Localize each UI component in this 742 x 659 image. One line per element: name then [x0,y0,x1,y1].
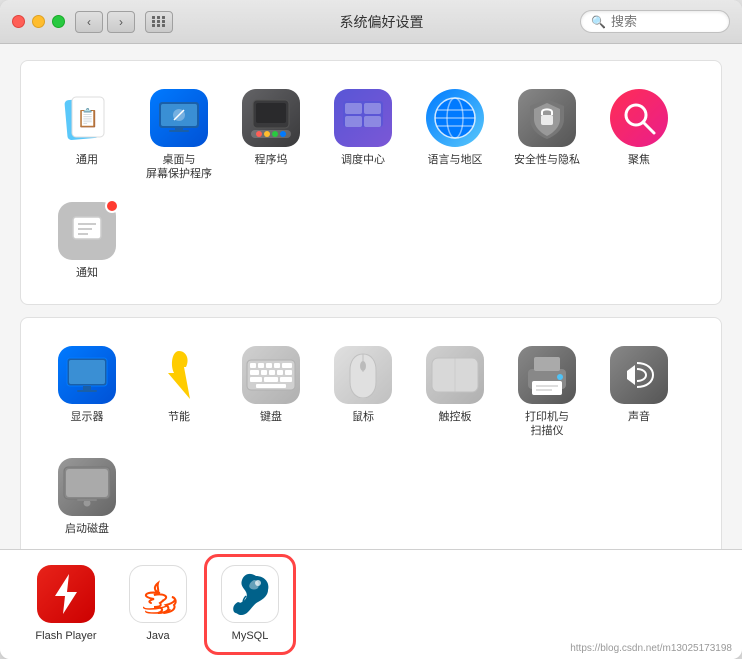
notify-icon [58,202,116,260]
traffic-lights [12,15,65,28]
close-button[interactable] [12,15,25,28]
display-icon [58,346,116,404]
java-item[interactable]: Java [112,557,204,651]
search-box[interactable]: 🔍 [580,10,730,33]
display-label: 显示器 [71,410,104,424]
sound-label: 声音 [628,410,650,424]
forward-button[interactable]: › [107,11,135,33]
hardware-section: 显示器 节能 [20,317,722,549]
minimize-button[interactable] [32,15,45,28]
notify-badge [105,199,119,213]
mysql-icon [221,565,279,623]
spotlight-icon [610,89,668,147]
security-item[interactable]: 安全性与隐私 [501,77,593,190]
desktop-item[interactable]: 桌面与屏幕保护程序 [133,77,225,190]
mouse-label: 鼠标 [352,410,374,424]
printer-icon [518,346,576,404]
trackpad-icon [426,346,484,404]
keyboard-icon [242,346,300,404]
mysql-label: MySQL [232,629,269,643]
language-item[interactable]: 语言与地区 [409,77,501,190]
startup-label: 启动磁盘 [65,522,109,536]
flash-label: Flash Player [35,629,96,643]
sound-item[interactable]: 声音 [593,334,685,447]
hardware-icons-grid: 显示器 节能 [41,334,701,545]
mouse-item[interactable]: 鼠标 [317,334,409,447]
bottom-bar: Flash Player Java [0,549,742,659]
back-button[interactable]: ‹ [75,11,103,33]
display-item[interactable]: 显示器 [41,334,133,447]
spotlight-label: 聚焦 [628,153,650,167]
desktop-label: 桌面与屏幕保护程序 [146,153,212,182]
trackpad-item[interactable]: 触控板 [409,334,501,447]
search-input[interactable] [611,14,719,29]
mysql-item[interactable]: MySQL [204,554,296,654]
energy-item[interactable]: 节能 [133,334,225,447]
language-icon [426,89,484,147]
mission-label: 调度中心 [341,153,385,167]
url-bar: https://blog.csdn.net/m13025173198 [570,643,732,654]
window-title: 系统偏好设置 [183,12,580,32]
notify-item[interactable]: 通知 [41,190,133,288]
startup-item[interactable]: 启动磁盘 [41,446,133,544]
java-icon [129,565,187,623]
desktop-icon [150,89,208,147]
language-label: 语言与地区 [428,153,483,167]
nav-buttons: ‹ › [75,11,135,33]
energy-label: 节能 [168,410,190,424]
notify-label: 通知 [76,266,98,280]
mission-item[interactable]: 调度中心 [317,77,409,190]
dock-icon [242,89,300,147]
printer-label: 打印机与扫描仪 [525,410,569,439]
flash-icon [37,565,95,623]
energy-icon [150,346,208,404]
sound-icon [610,346,668,404]
general-item[interactable]: 📋 通用 [41,77,133,190]
mission-icon [334,89,392,147]
trackpad-label: 触控板 [439,410,472,424]
main-content: 📋 通用 [0,44,742,549]
general-icon: 📋 [58,89,116,147]
grid-dots-icon [152,16,166,27]
dock-item[interactable]: 程序坞 [225,77,317,190]
flash-item[interactable]: Flash Player [20,557,112,651]
search-icon: 🔍 [591,15,606,29]
security-icon [518,89,576,147]
printer-item[interactable]: 打印机与扫描仪 [501,334,593,447]
mouse-icon [334,346,392,404]
keyboard-label: 键盘 [260,410,282,424]
system-preferences-window: ‹ › 系统偏好设置 🔍 [0,0,742,659]
grid-view-button[interactable] [145,11,173,33]
personal-section: 📋 通用 [20,60,722,305]
security-label: 安全性与隐私 [514,153,580,167]
personal-icons-grid: 📋 通用 [41,77,701,288]
startup-icon [58,458,116,516]
keyboard-item[interactable]: 键盘 [225,334,317,447]
general-label: 通用 [76,153,98,167]
spotlight-item[interactable]: 聚焦 [593,77,685,190]
java-label: Java [146,629,169,643]
svg-text:📋: 📋 [77,107,99,128]
titlebar: ‹ › 系统偏好设置 🔍 [0,0,742,44]
dock-label: 程序坞 [255,153,288,167]
maximize-button[interactable] [52,15,65,28]
